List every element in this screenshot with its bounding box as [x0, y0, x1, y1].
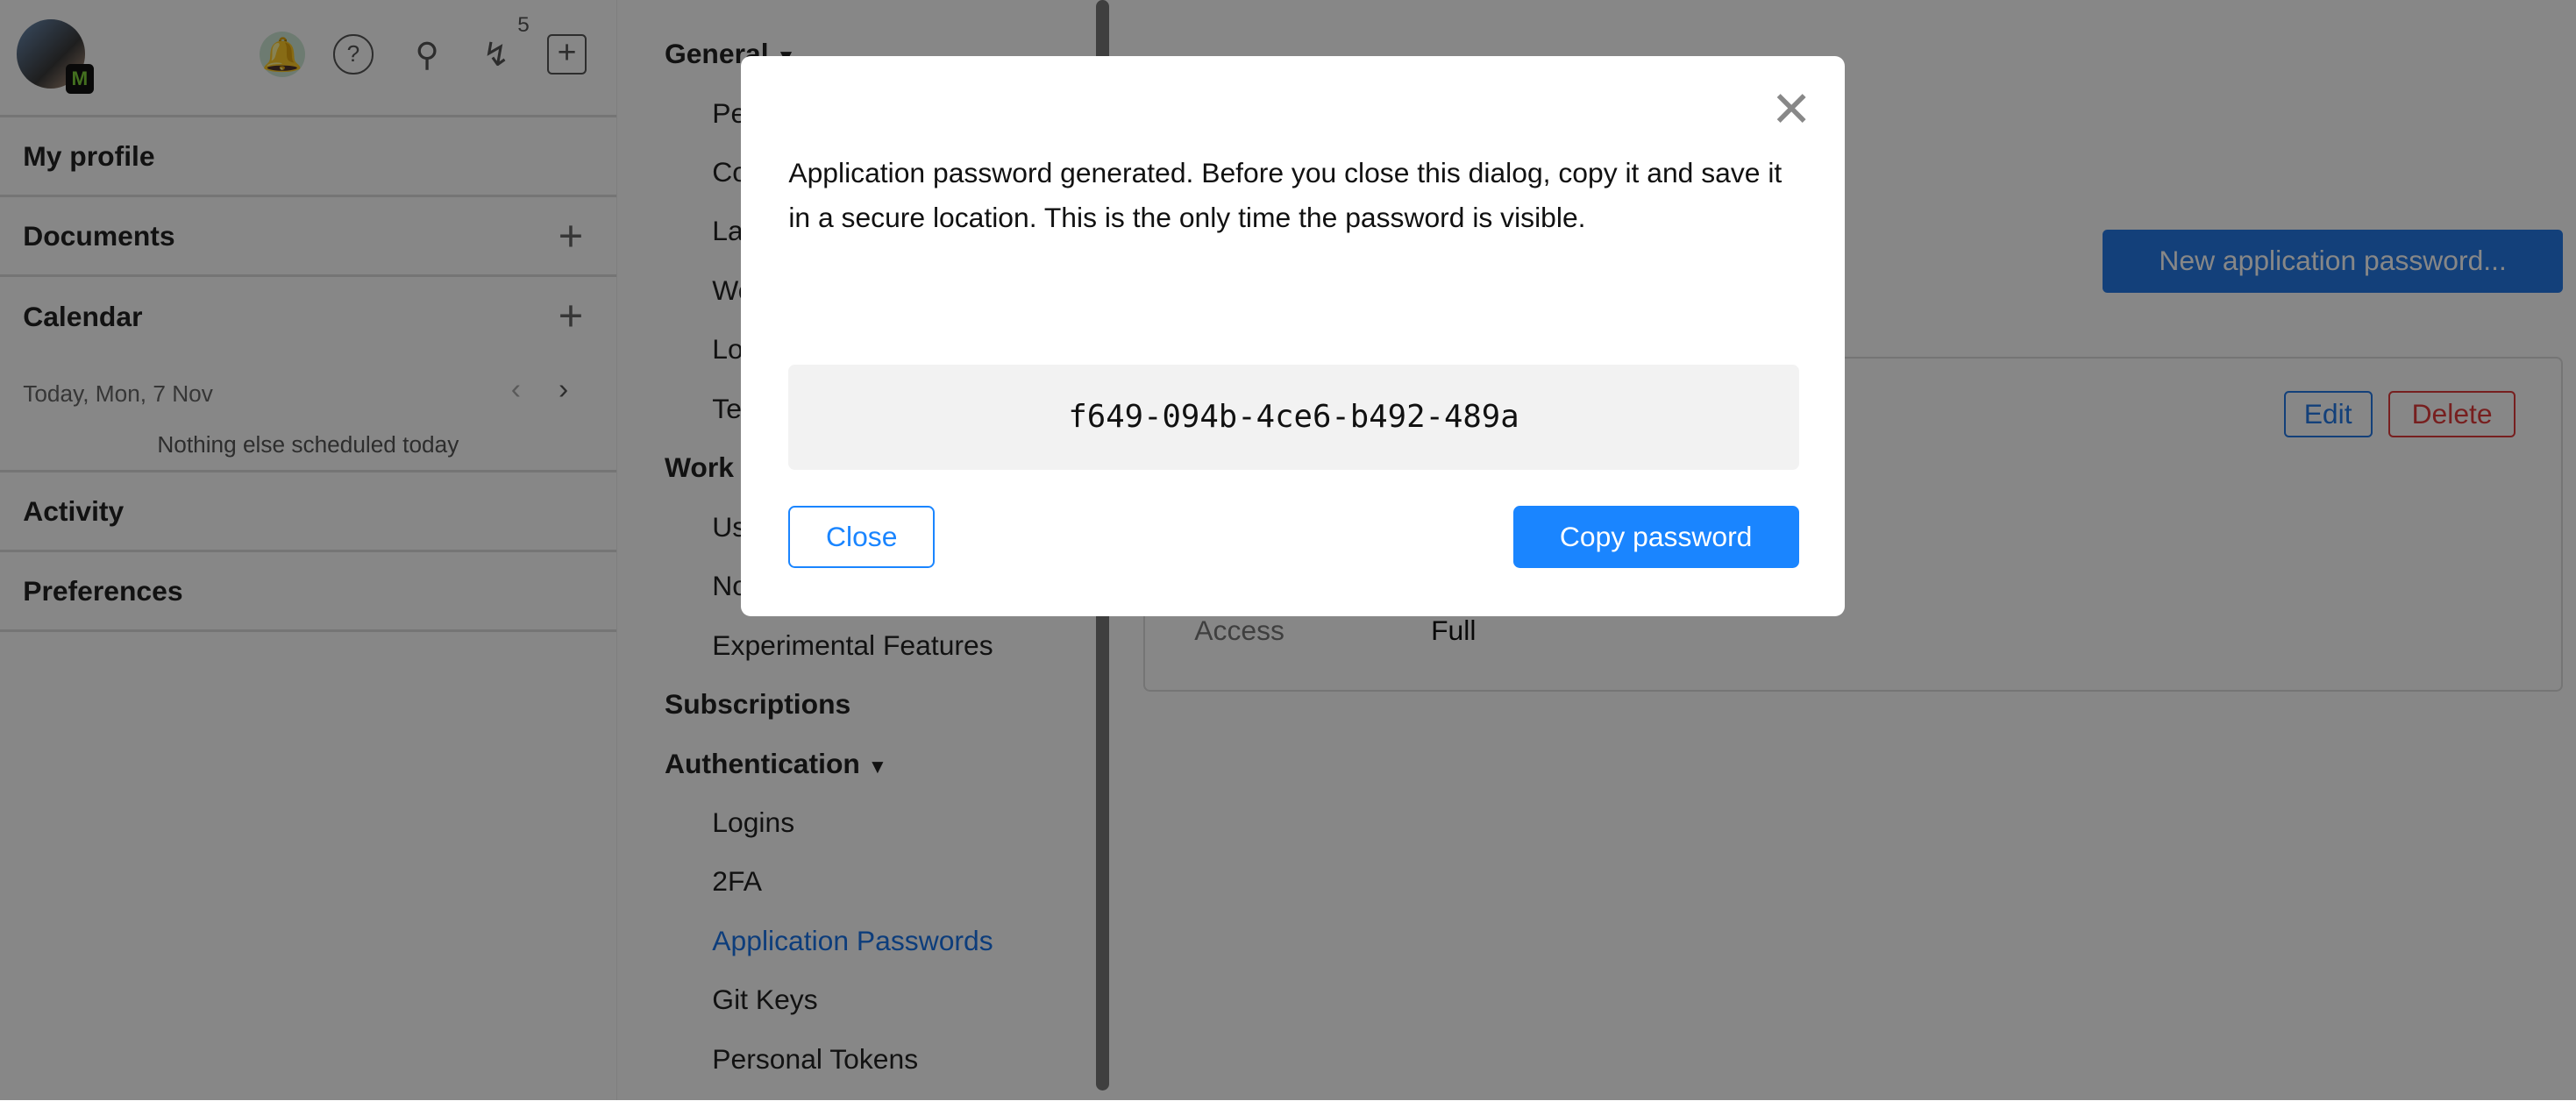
close-button[interactable]: Close — [788, 506, 936, 569]
generated-password[interactable]: f649-094b-4ce6-b492-489a — [788, 364, 1799, 470]
dialog-message: Application password generated. Before y… — [788, 157, 1783, 233]
copy-password-button[interactable]: Copy password — [1512, 506, 1799, 569]
password-generated-dialog: ✕ Application password generated. Before… — [741, 55, 1846, 616]
close-icon[interactable]: ✕ — [1771, 85, 1812, 134]
